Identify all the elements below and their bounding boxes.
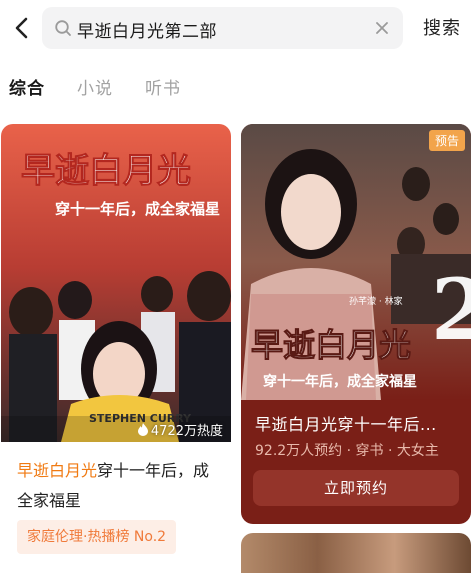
reserve-button[interactable]: 立即预约 bbox=[253, 470, 459, 506]
back-arrow-icon bbox=[15, 17, 28, 39]
cover-title: 早逝白月光 bbox=[251, 326, 411, 364]
search-query: 早逝白月光第二部 bbox=[77, 22, 217, 42]
cover-subtitle: 穿十一年后，成全家福星 bbox=[55, 200, 220, 218]
book-title[interactable]: 早逝白月光穿十一年后... bbox=[255, 411, 437, 435]
cover-title: 早逝白月光 bbox=[21, 151, 191, 191]
next-drama-card[interactable] bbox=[241, 533, 471, 573]
tab-all[interactable]: 综合 bbox=[9, 74, 45, 99]
cover-subtitle: 穿十一年后，成全家福星 bbox=[263, 373, 417, 390]
category-rank-tag[interactable]: 家庭伦理·热播榜 No.2 bbox=[17, 520, 177, 554]
tab-novel[interactable]: 小说 bbox=[77, 74, 113, 99]
search-button[interactable]: 搜索 bbox=[423, 14, 461, 40]
clear-icon[interactable] bbox=[372, 18, 392, 38]
flame-icon bbox=[137, 423, 148, 436]
top-bar: 早逝白月光第二部 搜索 bbox=[0, 0, 471, 58]
tab-audiobook[interactable]: 听书 bbox=[145, 74, 181, 99]
result-tabs: 综合 小说 听书 bbox=[0, 68, 471, 104]
heat-count: 4722万热度 bbox=[137, 420, 223, 439]
preview-badge: 预告 bbox=[428, 130, 465, 151]
reservation-meta: 92.2万人预约 · 穿书 · 大女主 bbox=[255, 443, 439, 459]
cover-number: 2 bbox=[431, 260, 471, 359]
cast-note: 孙芊濛 · 林家 bbox=[349, 295, 403, 307]
search-input[interactable]: 早逝白月光第二部 bbox=[42, 7, 403, 49]
preview-drama-card[interactable]: 2 早逝白月光 穿十一年后，成全家福星 孙芊濛 · 林家 预告 早逝白月光穿十一… bbox=[241, 124, 471, 524]
cover-image: 2 早逝白月光 穿十一年后，成全家福星 孙芊濛 · 林家 预告 bbox=[241, 124, 471, 400]
card-info: 早逝白月光穿十一年后，成全家福星 家庭伦理·热播榜 No.2 bbox=[1, 442, 231, 564]
search-icon bbox=[55, 20, 71, 36]
back-button[interactable] bbox=[9, 14, 35, 42]
book-title[interactable]: 早逝白月光穿十一年后，成全家福星 bbox=[17, 456, 222, 516]
cover-image: 早逝白月光 穿十一年后，成全家福星 STEPHEN CURRY 4722万热度 bbox=[1, 124, 231, 442]
card-info: 早逝白月光穿十一年后... 92.2万人预约 · 穿书 · 大女主 立即预约 bbox=[241, 400, 471, 524]
drama-card[interactable]: 早逝白月光 穿十一年后，成全家福星 STEPHEN CURRY 4722万热度 … bbox=[1, 124, 231, 564]
title-highlight: 早逝白月光 bbox=[17, 461, 98, 480]
